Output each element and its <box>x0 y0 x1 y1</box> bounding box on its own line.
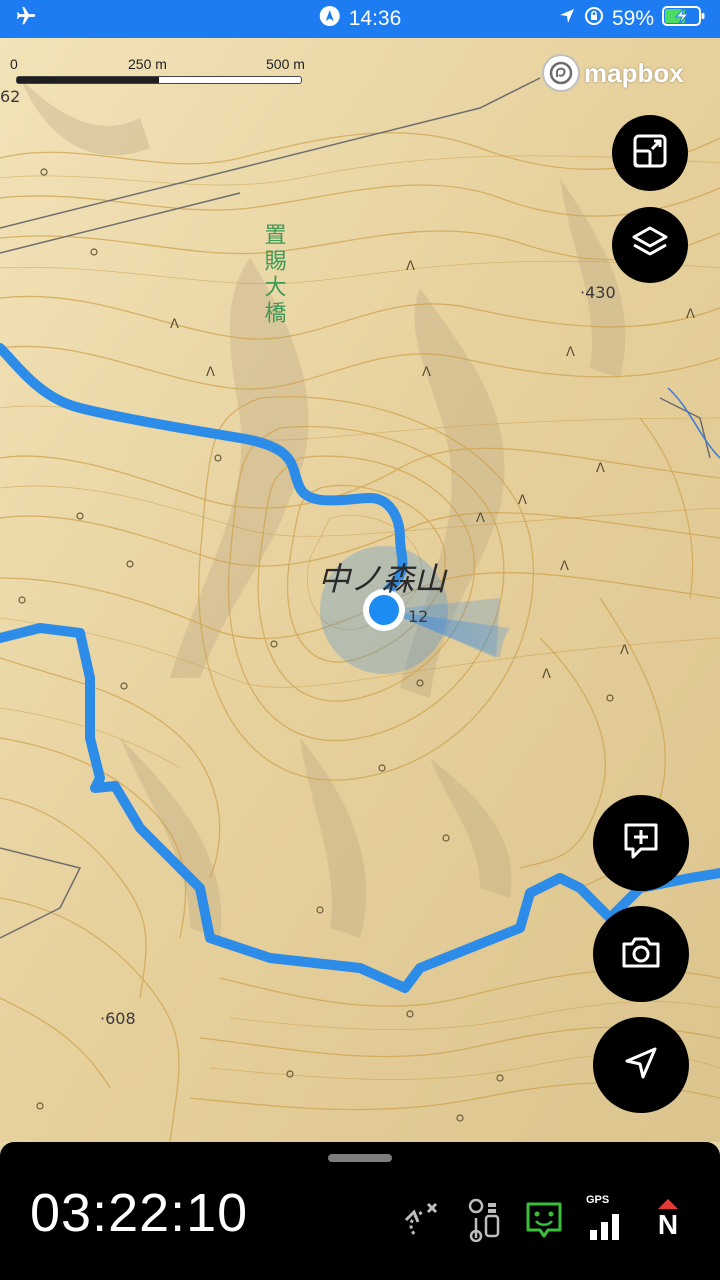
svg-text:ᐱ: ᐱ <box>566 345 575 360</box>
svg-text:ᐱ: ᐱ <box>518 493 527 508</box>
elapsed-time: 03:22:10 <box>30 1183 249 1243</box>
airplane-icon <box>14 5 38 33</box>
scale-bar-track <box>16 76 302 84</box>
map-layers-button[interactable] <box>612 207 688 283</box>
svg-text:ᐱ: ᐱ <box>560 559 569 574</box>
mapbox-logo[interactable]: mapbox <box>542 54 684 92</box>
battery-charging-icon <box>662 5 706 33</box>
mapbox-attribution-text: mapbox <box>584 57 684 88</box>
map-scale-bar: 0 250 m 500 m <box>10 56 310 86</box>
svg-text:ᐱ: ᐱ <box>620 643 629 658</box>
svg-text:ᐱ: ᐱ <box>686 307 695 322</box>
drag-handle[interactable] <box>328 1154 392 1162</box>
compass-label: N <box>657 1209 679 1240</box>
svg-text:ᐱ: ᐱ <box>596 461 605 476</box>
mapbox-logo-icon <box>542 54 580 92</box>
add-note-button[interactable] <box>593 795 689 891</box>
scale-end-label: 500 m <box>266 56 305 72</box>
bottom-panel[interactable]: 03:22:10 GPS N <box>0 1142 720 1280</box>
gps-signal-indicator: GPS <box>586 1194 626 1244</box>
scale-mid-label: 250 m <box>128 56 167 72</box>
navigation-arrow-icon <box>622 1044 660 1086</box>
elevation-430-label: ·430 <box>580 283 616 302</box>
face-status-icon[interactable] <box>522 1198 566 1242</box>
svg-text:ᐱ: ᐱ <box>206 365 215 380</box>
rotation-lock-icon <box>584 6 604 32</box>
svg-text:ᐱ: ᐱ <box>476 511 485 526</box>
expand-button[interactable] <box>612 115 688 191</box>
camera-icon <box>620 934 662 974</box>
svg-text:ᐱ: ᐱ <box>170 317 179 332</box>
peak-name-label: 中ノ森山 <box>318 560 448 598</box>
scale-bar-fill <box>17 77 159 83</box>
elevation-608-label: ·608 <box>100 1009 136 1028</box>
status-bar: 14:36 59% <box>0 0 720 38</box>
add-note-icon <box>621 821 661 865</box>
location-arrow-icon <box>558 7 576 31</box>
svg-text:ᐱ: ᐱ <box>422 365 431 380</box>
status-time: 14:36 <box>348 7 402 30</box>
svg-text:ᐱ: ᐱ <box>542 667 551 682</box>
locate-me-button[interactable] <box>593 1017 689 1113</box>
scale-start-label: 0 <box>10 56 18 72</box>
route-off-icon[interactable] <box>400 1198 444 1242</box>
gps-signal-icon <box>588 1212 624 1244</box>
svg-text:ᐱ: ᐱ <box>406 259 415 274</box>
battery-percent: 59% <box>611 7 654 30</box>
expand-icon <box>632 133 668 173</box>
waypoints-icon[interactable] <box>462 1198 506 1242</box>
layers-icon <box>630 223 670 267</box>
camera-button[interactable] <box>593 906 689 1002</box>
gps-label: GPS <box>586 1194 610 1206</box>
peak-elevation-label: 12 <box>408 607 428 626</box>
bridge-name-label: 置賜大橋 <box>261 223 287 327</box>
location-services-icon <box>319 5 341 33</box>
elevation-62-label: 62 <box>0 87 20 106</box>
compass-north-icon[interactable]: N <box>648 1198 688 1242</box>
